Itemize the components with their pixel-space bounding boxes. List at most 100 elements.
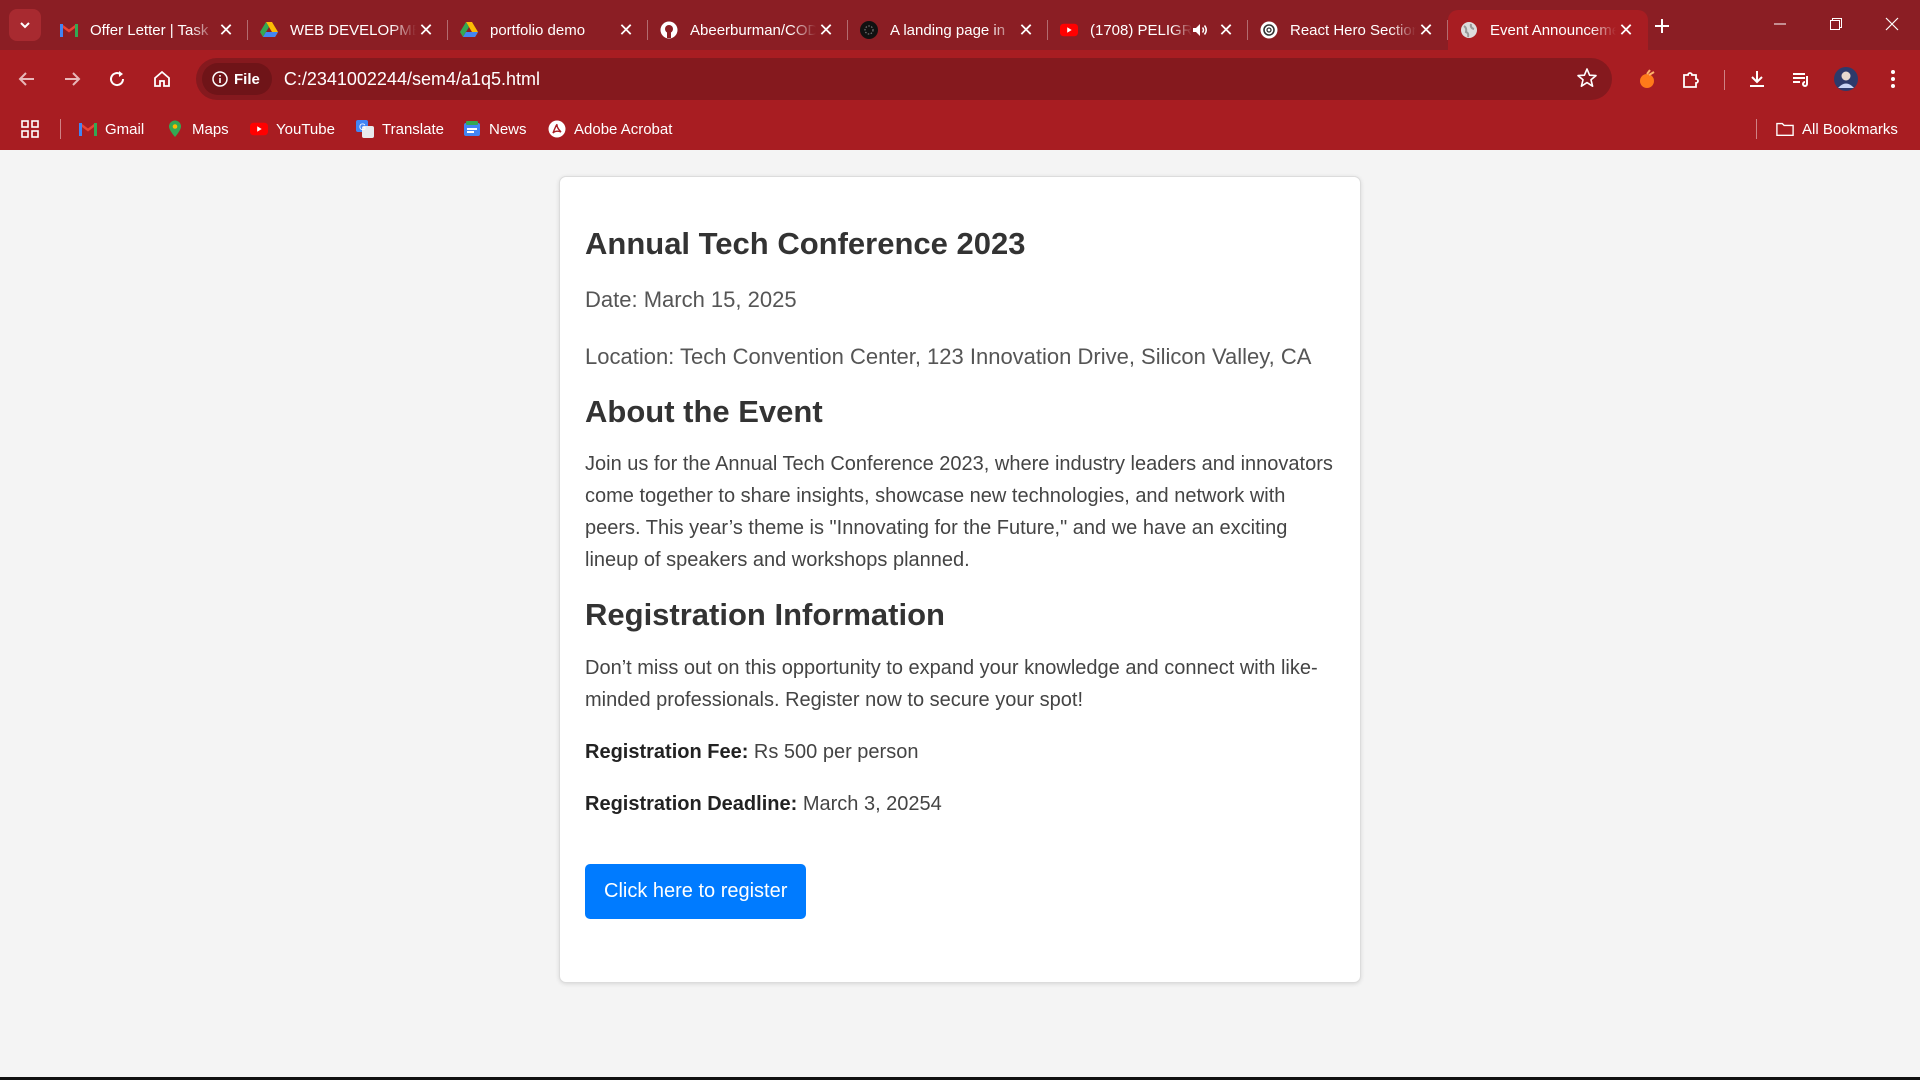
- tab-portfolio-demo[interactable]: portfolio demo ✕: [448, 10, 648, 50]
- home-button[interactable]: [145, 62, 179, 96]
- fee-value: Rs 500 per person: [748, 740, 919, 763]
- tab-title: portfolio demo: [490, 21, 586, 39]
- registration-deadline: Registration Deadline: March 3, 20254: [585, 788, 1335, 820]
- downloads-button[interactable]: [1740, 62, 1774, 96]
- tab-search-button[interactable]: [9, 9, 41, 41]
- bookmark-star-button[interactable]: [1576, 67, 1598, 94]
- bookmark-label: Adobe Acrobat: [574, 120, 673, 138]
- back-button[interactable]: [10, 62, 44, 96]
- close-icon[interactable]: ✕: [616, 20, 636, 40]
- media-controls-button[interactable]: [1784, 62, 1818, 96]
- tab-react-hero[interactable]: React Hero Section ✕: [1248, 10, 1448, 50]
- youtube-icon: [1060, 21, 1078, 39]
- openai-icon: [1260, 21, 1278, 39]
- event-date: Date: March 15, 2025: [585, 287, 797, 313]
- forward-button[interactable]: [55, 62, 89, 96]
- google-drive-icon: [260, 21, 278, 39]
- google-drive-icon: [460, 21, 478, 39]
- reload-icon: [110, 71, 125, 87]
- url-text[interactable]: C:/2341002244/sem4/a1q5.html: [284, 69, 540, 90]
- bookmark-adobe-acrobat[interactable]: Adobe Acrobat: [548, 116, 672, 142]
- bookmarks-separator: [1756, 119, 1757, 139]
- more-vertical-icon: [1891, 70, 1895, 88]
- avatar: [1834, 67, 1858, 91]
- profile-avatar-button[interactable]: [1829, 62, 1863, 96]
- tab-event-announcement[interactable]: Event Announcement ✕: [1448, 10, 1648, 50]
- tab-title: (1708) PELIGRO: [1090, 21, 1192, 39]
- chevron-down-icon: [20, 22, 30, 29]
- bookmarks-separator: [60, 119, 61, 139]
- close-icon[interactable]: ✕: [1016, 20, 1036, 40]
- all-bookmarks-label: All Bookmarks: [1802, 120, 1898, 138]
- folder-icon: [1776, 120, 1794, 138]
- home-icon: [154, 70, 170, 87]
- download-icon: [1750, 71, 1764, 87]
- close-icon[interactable]: ✕: [1216, 20, 1236, 40]
- browser-toolbar: File C:/2341002244/sem4/a1q5.html: [0, 50, 1920, 108]
- window-controls: [1752, 0, 1920, 48]
- plus-icon: [1655, 19, 1669, 33]
- bookmark-translate[interactable]: G Translate: [356, 116, 444, 142]
- globe-icon: [1460, 21, 1478, 39]
- forward-arrow-icon: [65, 72, 81, 86]
- bookmark-label: YouTube: [276, 120, 335, 138]
- gmail-icon: [79, 120, 97, 138]
- close-icon: [1885, 17, 1899, 31]
- bookmark-maps[interactable]: Maps: [166, 116, 229, 142]
- close-window-button[interactable]: [1864, 0, 1920, 48]
- translate-icon: G: [356, 120, 374, 138]
- github-icon: [660, 21, 678, 39]
- news-icon: [463, 120, 481, 138]
- site-info-chip[interactable]: File: [202, 63, 272, 95]
- tab-list: Offer Letter | Task ✕ WEB DEVELOPMENT ✕ …: [48, 6, 1648, 50]
- close-icon[interactable]: ✕: [1616, 20, 1636, 40]
- page-viewport: Annual Tech Conference 2023 Date: March …: [0, 150, 1920, 1077]
- tab-landing-page[interactable]: A landing page in ✕: [848, 10, 1048, 50]
- apps-button[interactable]: [20, 116, 40, 142]
- tab-strip: Offer Letter | Task ✕ WEB DEVELOPMENT ✕ …: [0, 0, 1920, 50]
- toolbar-separator: [1724, 70, 1725, 90]
- gmail-icon: [60, 21, 78, 39]
- bookmark-news[interactable]: News: [463, 116, 527, 142]
- bookmark-label: News: [489, 120, 527, 138]
- register-button[interactable]: Click here to register: [585, 863, 807, 919]
- restore-icon: [1830, 18, 1842, 30]
- new-tab-button[interactable]: [1648, 12, 1676, 40]
- tab-title: React Hero Section: [1290, 21, 1416, 39]
- speaker-icon[interactable]: [1192, 23, 1208, 37]
- tab-title: Offer Letter | Task: [90, 21, 209, 39]
- close-icon[interactable]: ✕: [216, 20, 236, 40]
- all-bookmarks-button[interactable]: All Bookmarks: [1776, 116, 1898, 142]
- info-icon: [212, 71, 228, 87]
- close-icon[interactable]: ✕: [1416, 20, 1436, 40]
- puzzle-icon: [1683, 72, 1699, 88]
- fee-label: Registration Fee:: [585, 740, 749, 763]
- event-location: Location: Tech Convention Center, 123 In…: [585, 344, 1312, 370]
- close-icon[interactable]: ✕: [416, 20, 436, 40]
- address-bar[interactable]: File C:/2341002244/sem4/a1q5.html: [196, 58, 1612, 100]
- site-info-label: File: [234, 70, 260, 88]
- about-text: Join us for the Annual Tech Conference 2…: [585, 453, 1333, 572]
- tab-title: WEB DEVELOPMENT: [290, 21, 416, 39]
- back-arrow-icon: [18, 72, 34, 86]
- extension-logo-icon: [1640, 69, 1655, 88]
- browser-menu-button[interactable]: [1876, 62, 1910, 96]
- event-title: Annual Tech Conference 2023: [585, 226, 1026, 261]
- tab-web-development[interactable]: WEB DEVELOPMENT ✕: [248, 10, 448, 50]
- extension-button[interactable]: [1630, 62, 1664, 96]
- tab-youtube-peligro[interactable]: (1708) PELIGRO ✕: [1048, 10, 1248, 50]
- bookmark-gmail[interactable]: Gmail: [79, 116, 144, 142]
- extensions-menu-button[interactable]: [1674, 62, 1708, 96]
- restore-button[interactable]: [1808, 0, 1864, 48]
- reload-button[interactable]: [100, 62, 134, 96]
- tab-title: Event Announcement: [1490, 21, 1616, 39]
- tab-github[interactable]: Abeerburman/CODSOFT ✕: [648, 10, 848, 50]
- event-card: Annual Tech Conference 2023 Date: March …: [559, 176, 1361, 983]
- maps-pin-icon: [166, 120, 184, 138]
- close-icon[interactable]: ✕: [816, 20, 836, 40]
- about-heading: About the Event: [585, 394, 823, 430]
- tab-offer-letter[interactable]: Offer Letter | Task ✕: [48, 10, 248, 50]
- registration-text: Don’t miss out on this opportunity to ex…: [585, 656, 1318, 711]
- bookmark-youtube[interactable]: YouTube: [250, 116, 335, 142]
- minimize-button[interactable]: [1752, 0, 1808, 48]
